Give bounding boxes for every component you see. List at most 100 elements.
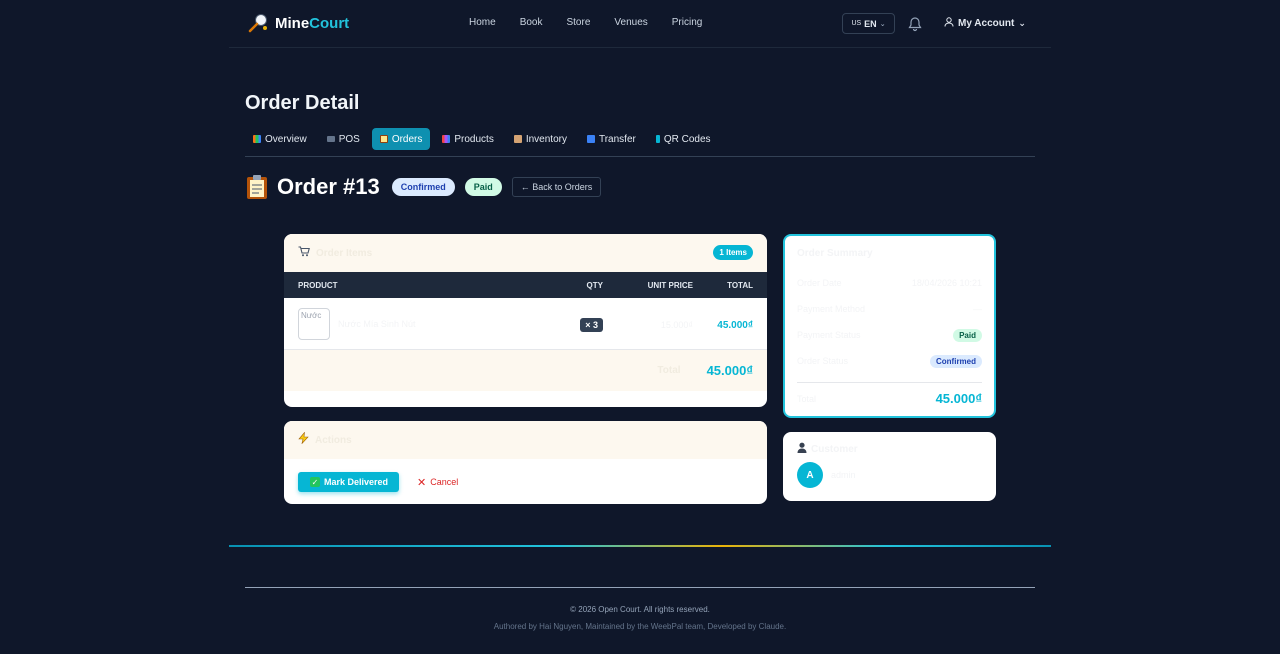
refresh-icon — [586, 135, 595, 143]
customer-header: Customer — [797, 442, 982, 456]
brand-logo[interactable]: MineCourt — [247, 12, 349, 34]
tab-label: Overview — [265, 133, 307, 145]
unit-price-cell: 15.000₫ — [603, 315, 693, 333]
brand-name-part-2: Court — [309, 14, 350, 32]
col-qty: QTY — [586, 280, 603, 290]
top-header: MineCourt Home Book Store Venues Pricing… — [229, 0, 1051, 48]
actions-body: ✓ Mark Delivered ✕ Cancel — [284, 459, 767, 504]
clipboard-icon — [379, 135, 388, 143]
actions-title: Actions — [315, 434, 352, 446]
back-to-orders-button[interactable]: ← Back to Orders — [511, 177, 602, 197]
summary-row-date: Order Date 18/04/2026 10:21 — [797, 270, 982, 296]
racket-logo-icon — [247, 12, 269, 34]
unit-price: 15.000₫ — [660, 319, 693, 330]
col-total: TOTAL — [727, 280, 753, 290]
flag-label: US — [851, 20, 862, 27]
actions-card: Actions ✓ Mark Delivered ✕ Cancel — [284, 421, 767, 504]
credits-text: Authored by Hai Nguyen, Maintained by th… — [493, 622, 787, 631]
footer-gradient-divider — [229, 545, 1051, 547]
nav-store[interactable]: Store — [566, 17, 590, 28]
account-label: My Account — [958, 18, 1015, 29]
bell-icon[interactable] — [908, 16, 922, 32]
order-items-header: Order Items 1 Items — [284, 234, 767, 272]
copyright-text: © 2026 Open Court. All rights reserved. — [570, 605, 710, 614]
account-menu[interactable]: My Account ⌄ — [944, 17, 1026, 30]
customer-title: Customer — [811, 443, 858, 455]
summary-total-row: Total 45.000₫ — [797, 391, 982, 406]
tab-label: QR Codes — [663, 133, 711, 145]
cancel-order-button[interactable]: ✕ Cancel — [417, 476, 458, 489]
customer-card: Customer A admin — [783, 432, 996, 501]
footer-divider — [245, 587, 1035, 588]
line-total: 45.000₫ — [717, 319, 753, 331]
total-label: Total — [657, 365, 681, 376]
tab-pos[interactable]: POS — [319, 128, 368, 150]
summary-row-order-status: Order Status Confirmed — [797, 348, 982, 374]
product-image: Nước — [298, 307, 330, 340]
table-row: Nước Nước Mía Sinh Nút × 3 15.000₫ 45.00… — [284, 298, 767, 350]
order-items-card: Order Items 1 Items PRODUCT QTY UNIT PRI… — [284, 234, 767, 407]
order-header: Order #13 Confirmed Paid ← Back to Order… — [245, 174, 602, 200]
chevron-down-icon: ⌄ — [1018, 18, 1026, 28]
status-badge: Confirmed — [391, 178, 455, 196]
summary-total-value: 45.000₫ — [935, 391, 982, 406]
nav-venues[interactable]: Venues — [614, 17, 647, 28]
payment-method-value: — — [973, 304, 982, 314]
actions-header: Actions — [284, 421, 767, 459]
tab-label: Transfer — [598, 133, 636, 145]
cancel-label: Cancel — [430, 477, 459, 487]
tab-overview[interactable]: Overview — [245, 128, 315, 150]
tab-label: Orders — [391, 133, 423, 145]
qty-badge: × 3 — [580, 317, 603, 332]
nav-book[interactable]: Book — [520, 17, 543, 28]
summary-divider — [797, 382, 982, 383]
tab-orders[interactable]: Orders — [371, 128, 431, 150]
product-name: Nước Mía Sinh Nút — [338, 318, 416, 329]
payment-badge: Paid — [464, 178, 502, 196]
nav-pricing[interactable]: Pricing — [672, 17, 703, 28]
language-selector[interactable]: US EN ⌄ — [842, 13, 895, 34]
nav-home[interactable]: Home — [469, 17, 496, 28]
admin-tabs: Overview POS Orders Products Inventory T… — [245, 128, 1035, 157]
items-total-row: Total 45.000₫ — [284, 350, 767, 391]
avatar: A — [797, 462, 823, 488]
payment-status-label: Payment Status — [797, 330, 861, 340]
payment-status-badge: Paid — [953, 328, 982, 342]
qty-cell: × 3 — [528, 315, 603, 333]
tab-products[interactable]: Products — [434, 128, 501, 150]
tab-qr-codes[interactable]: QR Codes — [648, 128, 719, 150]
items-table-header: PRODUCT QTY UNIT PRICE TOTAL — [284, 272, 767, 298]
tab-inventory[interactable]: Inventory — [506, 128, 575, 150]
laptop-icon — [326, 136, 335, 142]
qr-icon — [655, 135, 660, 143]
cart-icon — [298, 244, 310, 262]
product-cell: Nước Nước Mía Sinh Nút — [298, 307, 528, 340]
col-unit-price: UNIT PRICE — [647, 280, 693, 290]
line-total-cell: 45.000₫ — [693, 315, 753, 333]
order-summary-card: Order Summary Order Date 18/04/2026 10:2… — [783, 234, 996, 418]
summary-row-payment-status: Payment Status Paid — [797, 322, 982, 348]
bar-chart-icon — [442, 135, 451, 143]
mark-delivered-button[interactable]: ✓ Mark Delivered — [298, 472, 400, 492]
chart-icon — [253, 135, 261, 143]
tab-transfer[interactable]: Transfer — [579, 128, 644, 150]
customer-name: admin — [831, 470, 856, 480]
tab-label: POS — [338, 133, 360, 145]
col-product: PRODUCT — [298, 280, 338, 290]
payment-method-label: Payment Method — [797, 304, 866, 314]
main-nav: Home Book Store Venues Pricing — [469, 17, 726, 28]
language-label: EN — [864, 18, 877, 29]
box-icon — [513, 135, 522, 143]
user-icon — [944, 17, 954, 30]
brand-name-part-1: Mine — [275, 14, 310, 32]
summary-total-label: Total — [797, 393, 817, 404]
items-count-badge: 1 Items — [713, 245, 753, 260]
cross-icon: ✕ — [417, 476, 427, 489]
summary-title: Order Summary — [797, 248, 873, 259]
person-icon — [797, 442, 807, 456]
tab-label: Products — [454, 133, 494, 145]
tab-label: Inventory — [525, 133, 567, 145]
order-items-title: Order Items — [316, 247, 373, 259]
summary-row-method: Payment Method — — [797, 296, 982, 322]
lightning-icon — [298, 431, 309, 449]
